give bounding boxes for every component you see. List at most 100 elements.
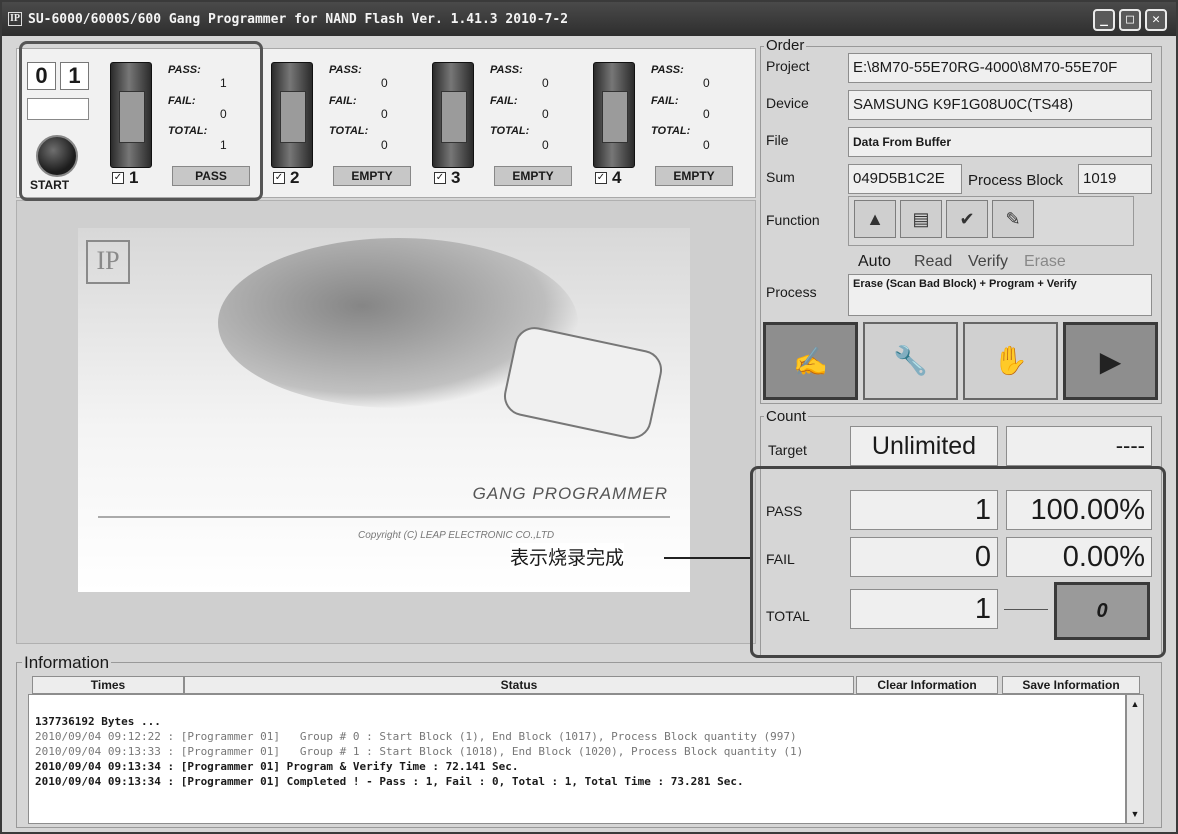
splash-copyright: Copyright (C) LEAP ELECTRONIC CO.,LTD — [358, 530, 555, 541]
log-line: 2010/09/04 09:13:34 : [Programmer 01] Pr… — [35, 760, 519, 773]
slot-4: PASS: 0 FAIL: 0 TOTAL: 0 ✓ 4 EMPTY — [587, 52, 747, 194]
group-digit-2: 1 — [60, 62, 89, 90]
slot-checkbox[interactable]: ✓ — [273, 172, 285, 184]
file-field[interactable]: Data From Buffer — [848, 127, 1152, 157]
auto-program-icon[interactable]: ▲ — [854, 200, 896, 238]
pass-value: 0 — [542, 76, 549, 90]
splash-divider — [98, 516, 670, 518]
fail-count-field: 0 — [850, 537, 998, 577]
programmer-device-graphic — [500, 323, 666, 443]
slot-status: EMPTY — [655, 166, 733, 186]
target-extra-field: ---- — [1006, 426, 1152, 466]
slot-checkbox[interactable]: ✓ — [112, 172, 124, 184]
information-log[interactable]: 137736192 Bytes ... 2010/09/04 09:12:22 :… — [28, 694, 1126, 824]
process-block-label: Process Block — [968, 172, 1064, 189]
splash-title: GANG PROGRAMMER — [472, 484, 668, 503]
clear-information-button[interactable]: Clear Information — [856, 676, 998, 694]
chip-socket-icon — [110, 62, 152, 168]
col-header-times[interactable]: Times — [32, 676, 184, 694]
slot-checkbox[interactable]: ✓ — [434, 172, 446, 184]
total-label: TOTAL: — [651, 125, 691, 137]
total-label: TOTAL: — [329, 125, 369, 137]
process-field: Erase (Scan Bad Block) + Program + Verif… — [848, 274, 1152, 316]
read-caption: Read — [914, 253, 953, 270]
slot-number: 4 — [612, 168, 622, 187]
annotation-label: 表示烧录完成 — [510, 543, 625, 570]
project-field[interactable]: E:\8M70-55E70RG-4000\8M70-55E70F — [848, 53, 1152, 83]
minimize-icon[interactable]: _ — [1093, 9, 1115, 31]
target-label: Target — [768, 442, 807, 458]
scroll-up-icon[interactable]: ▲ — [1128, 697, 1142, 711]
log-line: 137736192 Bytes ... — [35, 715, 161, 728]
wrench-icon[interactable]: 🔧 — [863, 322, 958, 400]
fail-count-label: FAIL — [766, 551, 795, 567]
erase-caption: Erase — [1024, 253, 1066, 270]
close-icon[interactable]: ✕ — [1145, 9, 1167, 31]
fail-percent-field: 0.00% — [1006, 537, 1152, 577]
pass-percent-field: 100.00% — [1006, 490, 1152, 530]
log-line: 2010/09/04 09:13:33 : [Programmer 01] Gr… — [35, 745, 804, 758]
log-scrollbar[interactable]: ▲ ▼ — [1126, 694, 1144, 824]
pass-value: 0 — [381, 76, 388, 90]
read-book-icon[interactable]: ▤ — [900, 200, 942, 238]
pass-count-field: 1 — [850, 490, 998, 530]
title-bar[interactable]: IP SU-6000/6000S/600 Gang Programmer for… — [2, 2, 1176, 36]
group-digit-1: 0 — [27, 62, 56, 90]
count-title: Count — [764, 408, 809, 425]
annotation-leader-line — [664, 557, 750, 559]
process-label: Process — [766, 284, 817, 300]
pass-count-label: PASS — [766, 503, 803, 519]
chip-socket-icon — [593, 62, 635, 168]
splash-logo-icon: IP — [86, 240, 130, 284]
fail-label: FAIL: — [168, 95, 196, 107]
target-field[interactable]: Unlimited — [850, 426, 998, 466]
maximize-icon[interactable]: □ — [1119, 9, 1141, 31]
window-title: SU-6000/6000S/600 Gang Programmer for NA… — [28, 12, 569, 27]
total-value: 0 — [542, 138, 549, 152]
slot-status: EMPTY — [494, 166, 572, 186]
reset-count-button[interactable]: 0 — [1054, 582, 1150, 640]
fail-value: 0 — [381, 107, 388, 121]
device-field[interactable]: SAMSUNG K9F1G08U0C(TS48) — [848, 90, 1152, 120]
clipboard-edit-icon[interactable]: ✍ — [763, 322, 858, 400]
auto-caption: Auto — [858, 253, 891, 270]
total-value: 1 — [220, 138, 227, 152]
col-header-status[interactable]: Status — [184, 676, 854, 694]
app-logo-icon: IP — [8, 12, 22, 26]
pass-label: PASS: — [651, 64, 684, 76]
start-button[interactable] — [36, 135, 78, 177]
total-count-label: TOTAL — [766, 608, 810, 624]
verify-icon[interactable]: ✔ — [946, 200, 988, 238]
total-value: 0 — [381, 138, 388, 152]
device-label: Device — [766, 95, 809, 111]
fail-value: 0 — [542, 107, 549, 121]
verify-caption: Verify — [968, 253, 1009, 270]
project-label: Project — [766, 58, 810, 74]
function-label: Function — [766, 212, 820, 228]
fail-label: FAIL: — [490, 95, 518, 107]
scroll-down-icon[interactable]: ▼ — [1128, 807, 1142, 821]
total-count-field: 1 — [850, 589, 998, 629]
save-information-button[interactable]: Save Information — [1002, 676, 1140, 694]
information-title: Information — [22, 653, 112, 673]
sum-field: 049D5B1C2E — [848, 164, 962, 194]
sum-label: Sum — [766, 169, 795, 185]
erase-brush-icon[interactable]: ✎ — [992, 200, 1034, 238]
pass-value: 0 — [703, 76, 710, 90]
total-value: 0 — [703, 138, 710, 152]
process-block-field: 1019 — [1078, 164, 1152, 194]
log-line: 2010/09/04 09:13:34 : [Programmer 01] Co… — [35, 775, 744, 788]
total-connector-line — [1004, 609, 1048, 610]
play-icon[interactable]: ▶ — [1063, 322, 1158, 400]
slot-number: 2 — [290, 168, 300, 187]
slot-number: 3 — [451, 168, 461, 187]
fail-label: FAIL: — [329, 95, 357, 107]
slot-2: PASS: 0 FAIL: 0 TOTAL: 0 ✓ 2 EMPTY — [265, 52, 425, 194]
stop-hand-icon[interactable]: ✋ — [963, 322, 1058, 400]
slot-checkbox[interactable]: ✓ — [595, 172, 607, 184]
counter-field[interactable] — [27, 98, 89, 120]
log-line: 2010/09/04 09:12:22 : [Programmer 01] Gr… — [35, 730, 797, 743]
pass-value: 1 — [220, 76, 227, 90]
slot-number: 1 — [129, 168, 139, 187]
slot-status: PASS — [172, 166, 250, 186]
